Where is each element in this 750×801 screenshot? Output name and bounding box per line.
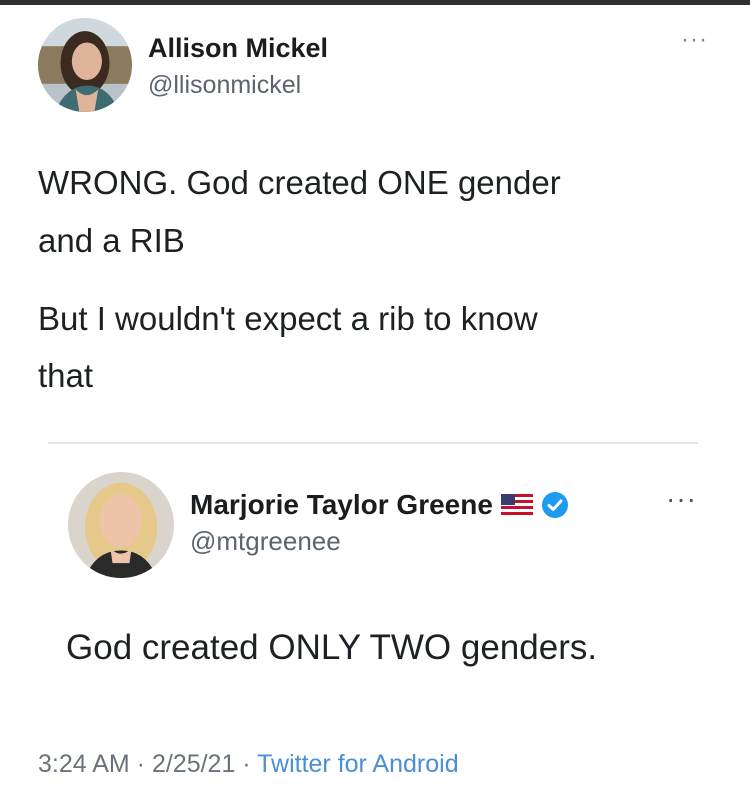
quoted-tweet-text: God created ONLY TWO genders. (66, 628, 598, 667)
avatar[interactable] (38, 18, 132, 112)
quoted-author-name[interactable]: Marjorie Taylor Greene (190, 489, 569, 521)
quoted-author-handle[interactable]: @mtgreenee (190, 526, 341, 557)
tweet-text-line: But I wouldn't expect a rib to know (38, 300, 538, 337)
quoted-author-name-label: Marjorie Taylor Greene (190, 489, 493, 520)
verified-badge-icon (541, 491, 569, 519)
divider (48, 442, 698, 444)
top-bar (0, 0, 750, 5)
author-name[interactable]: Allison Mickel (148, 33, 328, 64)
author-handle[interactable]: @llisonmickel (148, 71, 301, 100)
tweet-text-line: that (38, 357, 94, 394)
timestamp[interactable]: 3:24 AM · 2/25/21 · (38, 750, 257, 778)
quoted-avatar[interactable] (68, 472, 174, 578)
source-link[interactable]: Twitter for Android (257, 750, 458, 778)
more-options-icon[interactable]: ··· (681, 28, 708, 52)
tweet-text-line: WRONG. God created ONE gender (38, 164, 561, 201)
us-flag-icon (500, 494, 533, 516)
tweet-text-line: and a RIB (38, 222, 185, 259)
more-options-icon[interactable]: ··· (666, 485, 697, 513)
tweet-metadata: 3:24 AM · 2/25/21 · Twitter for Android (38, 750, 459, 779)
